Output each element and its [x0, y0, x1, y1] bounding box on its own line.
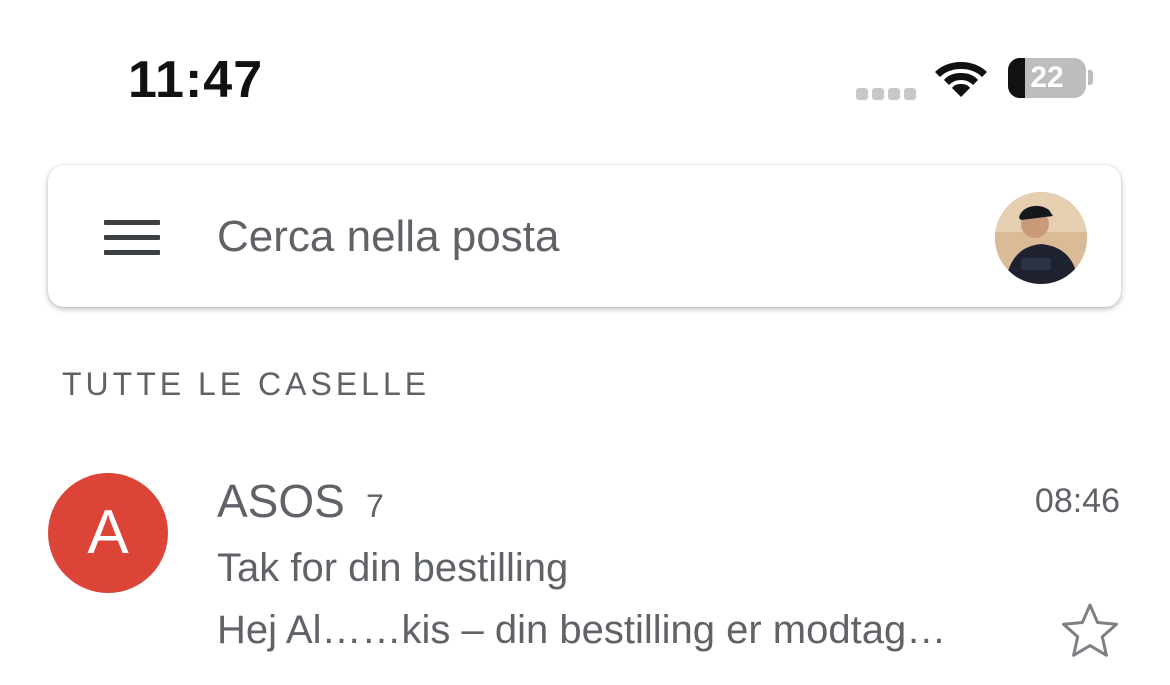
message-subject: Tak for din bestilling — [217, 546, 569, 590]
sender-name: ASOS — [217, 475, 345, 527]
status-time: 11:47 — [128, 51, 264, 109]
account-avatar[interactable] — [995, 192, 1087, 284]
battery-percentage: 22 — [1030, 61, 1064, 94]
search-bar[interactable] — [48, 165, 1121, 307]
hamburger-menu-icon[interactable] — [104, 220, 160, 256]
wifi-icon — [935, 62, 987, 97]
battery-nub — [1088, 70, 1093, 85]
message-preview: Hej Al……kis – din bestilling er modtag… — [217, 608, 947, 652]
sender-avatar: A — [48, 473, 168, 593]
cellular-signal-icon — [856, 88, 916, 100]
battery-icon: 22 — [1008, 58, 1086, 98]
search-input[interactable]: Cerca nella posta — [217, 212, 559, 262]
thread-count: 7 — [366, 488, 384, 524]
section-header: TUTTE LE CASELLE — [62, 366, 431, 402]
avatar-photo — [995, 192, 1087, 284]
star-icon[interactable] — [1060, 602, 1120, 658]
message-time: 08:46 — [1034, 482, 1120, 520]
